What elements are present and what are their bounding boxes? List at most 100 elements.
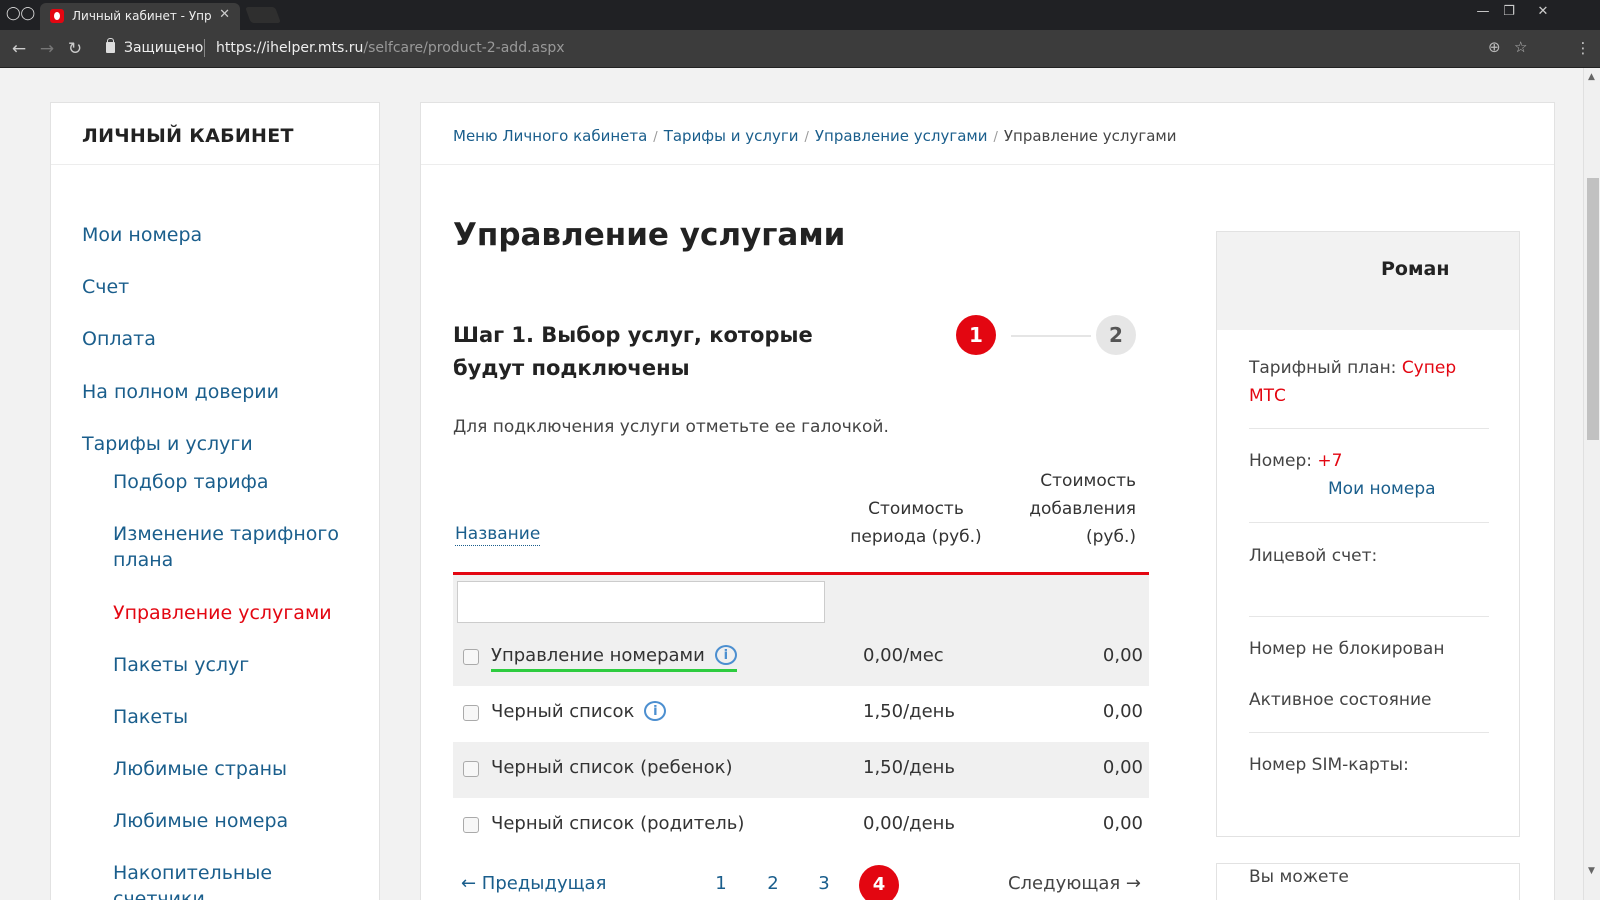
instruction-text: Для подключения услуги отметьте ее галоч… xyxy=(453,417,889,437)
sidebar-item-full-trust[interactable]: На полном доверии xyxy=(82,379,279,405)
pagination-page-2[interactable]: 2 xyxy=(763,873,783,894)
page-content: ЛИЧНЫЙ КАБИНЕТ Мои номера Счет Оплата На… xyxy=(0,68,1583,900)
url-text[interactable]: https://ihelper.mts.ru/selfcare/product-… xyxy=(216,40,565,56)
service-name[interactable]: Управление номерами i xyxy=(491,645,737,672)
browser-titlebar: ◯◯ Личный кабинет - Упра ✕ — ❐ ✕ xyxy=(0,0,1600,30)
sidebar-title: ЛИЧНЫЙ КАБИНЕТ xyxy=(82,125,294,147)
number-label: Номер: xyxy=(1249,451,1318,471)
step-connector xyxy=(1011,335,1091,337)
new-tab-button[interactable] xyxy=(245,7,281,23)
page-scrollbar[interactable]: ▲ ▼ xyxy=(1583,68,1600,900)
browser-tab[interactable]: Личный кабинет - Упра ✕ xyxy=(40,3,240,30)
profile-header: Роман xyxy=(1217,232,1519,330)
reload-icon[interactable]: ↻ xyxy=(64,39,86,59)
sidebar-item-service-packs[interactable]: Пакеты услуг xyxy=(113,652,363,678)
incognito-icon: ◯◯ xyxy=(6,6,36,21)
sidebar: ЛИЧНЫЙ КАБИНЕТ Мои номера Счет Оплата На… xyxy=(50,102,380,900)
back-icon[interactable]: ← xyxy=(8,39,30,59)
block-status: Номер не блокирован xyxy=(1249,639,1445,659)
service-name[interactable]: Черный список (ребенок) xyxy=(491,757,732,778)
browser-toolbar: ← → ↻ Защищено https://ihelper.mts.ru/se… xyxy=(0,30,1600,68)
step-title: Шаг 1. Выбор услуг, которые будут подклю… xyxy=(453,323,813,380)
divider xyxy=(204,39,205,57)
main-panel: Меню Личного кабинета / Тарифы и услуги / Уп… xyxy=(420,102,1555,900)
my-numbers-link[interactable]: Мои номера xyxy=(1328,475,1498,503)
actions-card: Вы можете xyxy=(1216,863,1520,900)
step-indicator-1: 1 xyxy=(956,315,996,355)
sidebar-item-my-numbers[interactable]: Мои номера xyxy=(82,222,202,248)
service-checkbox[interactable] xyxy=(463,649,479,665)
account-label: Лицевой счет: xyxy=(1249,546,1378,566)
phone-number: Номер: +7 xyxy=(1249,447,1489,475)
profile-name: Роман xyxy=(1381,258,1450,280)
menu-kebab-icon[interactable]: ⋮ xyxy=(1572,39,1594,57)
address-bar[interactable]: Защищено https://ihelper.mts.ru/selfcare… xyxy=(96,34,1556,63)
breadcrumb: Меню Личного кабинета / Тарифы и услуги / Уп… xyxy=(453,127,1176,145)
sidebar-item-payment[interactable]: Оплата xyxy=(82,326,156,352)
pagination-prev[interactable]: ← Предыдущая xyxy=(461,873,606,894)
table-row: Черный список i 1,50/день 0,00 xyxy=(453,686,1149,742)
service-name[interactable]: Черный список (родитель) xyxy=(491,813,744,834)
url-host: https://ihelper.mts.ru xyxy=(216,40,364,56)
lock-icon xyxy=(106,38,115,53)
sidebar-item-change-tariff[interactable]: Изменение тарифного плана xyxy=(113,521,363,573)
period-cost: 1,50/день xyxy=(863,757,956,778)
add-cost: 0,00 xyxy=(1102,645,1143,666)
zoom-icon[interactable]: ⊕ xyxy=(1488,38,1501,56)
forward-icon[interactable]: → xyxy=(36,39,58,59)
add-cost: 0,00 xyxy=(1102,757,1143,778)
pagination-next[interactable]: Следующая → xyxy=(1008,873,1141,894)
breadcrumb-link-services[interactable]: Управление услугами xyxy=(815,127,988,145)
service-checkbox[interactable] xyxy=(463,705,479,721)
breadcrumb-current: Управление услугами xyxy=(1003,127,1177,145)
breadcrumb-separator: / xyxy=(804,130,809,145)
tab-title: Личный кабинет - Упра xyxy=(72,9,212,23)
sidebar-item-services[interactable]: Управление услугами xyxy=(113,600,363,626)
column-header-add-cost: Стоимость добавления (руб.) xyxy=(1029,471,1136,547)
divider xyxy=(1249,428,1489,429)
scroll-down-icon[interactable]: ▼ xyxy=(1588,866,1595,876)
service-name[interactable]: Черный список i xyxy=(491,701,667,722)
service-checkbox[interactable] xyxy=(463,761,479,777)
period-cost: 0,00/мес xyxy=(863,645,944,666)
minimize-icon[interactable]: — xyxy=(1470,4,1496,19)
number-value: +7 xyxy=(1317,451,1343,471)
url-path: /selfcare/product-2-add.aspx xyxy=(363,40,565,56)
bookmark-star-icon[interactable]: ☆ xyxy=(1514,38,1527,56)
column-header-period-cost: Стоимость периода (руб.) xyxy=(850,499,982,547)
close-window-icon[interactable]: ✕ xyxy=(1530,4,1556,19)
column-header-name[interactable]: Название xyxy=(455,523,541,546)
service-name-text: Черный список xyxy=(491,701,635,722)
service-checkbox[interactable] xyxy=(463,817,479,833)
sidebar-item-favorite-countries[interactable]: Любимые страны xyxy=(113,756,363,782)
restore-icon[interactable]: ❐ xyxy=(1496,4,1522,19)
scroll-up-icon[interactable]: ▲ xyxy=(1588,72,1595,82)
sidebar-item-account[interactable]: Счет xyxy=(82,274,129,300)
pagination-page-3[interactable]: 3 xyxy=(814,873,834,894)
service-filter-input[interactable] xyxy=(457,581,825,623)
pagination-page-1[interactable]: 1 xyxy=(711,873,731,894)
pagination-current-page: 4 xyxy=(859,865,899,900)
sim-label: Номер SIM-карты: xyxy=(1249,755,1409,775)
info-icon[interactable]: i xyxy=(714,645,737,665)
sidebar-item-counters[interactable]: Накопительные счетчики xyxy=(113,860,363,900)
mts-favicon-icon xyxy=(50,9,64,23)
sidebar-item-tariffs[interactable]: Тарифы и услуги xyxy=(82,431,253,457)
divider xyxy=(1249,732,1489,733)
info-icon[interactable]: i xyxy=(644,701,667,721)
sidebar-item-tariff-selection[interactable]: Подбор тарифа xyxy=(113,469,363,495)
profile-card: Роман Тарифный план: Супер МТС Номер: +7… xyxy=(1216,231,1520,837)
add-cost: 0,00 xyxy=(1102,813,1143,834)
account-state: Активное состояние xyxy=(1249,690,1432,710)
sidebar-item-favorite-numbers[interactable]: Любимые номера xyxy=(113,808,363,834)
sidebar-item-packs[interactable]: Пакеты xyxy=(113,704,363,730)
breadcrumb-separator: / xyxy=(653,130,658,145)
scrollbar-thumb[interactable] xyxy=(1587,178,1599,440)
service-name-text: Управление номерами xyxy=(491,645,705,666)
divider xyxy=(1249,616,1489,617)
add-cost: 0,00 xyxy=(1102,701,1143,722)
sidebar-header: ЛИЧНЫЙ КАБИНЕТ xyxy=(51,103,379,165)
breadcrumb-link-cabinet[interactable]: Меню Личного кабинета xyxy=(453,127,647,145)
breadcrumb-link-tariffs[interactable]: Тарифы и услуги xyxy=(664,127,799,145)
close-tab-icon[interactable]: ✕ xyxy=(219,7,230,22)
